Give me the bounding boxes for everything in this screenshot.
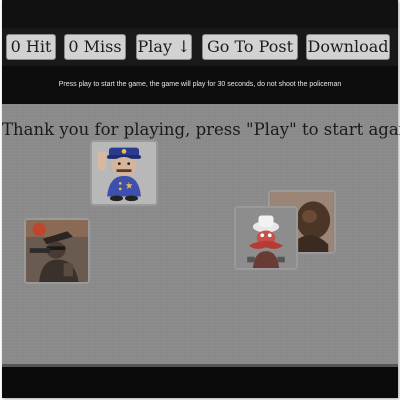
miss-counter-button[interactable]: 0 Miss (64, 34, 126, 60)
policeman-target[interactable] (90, 140, 158, 206)
bandit-icon (26, 220, 88, 282)
cartoon-character-icon (236, 208, 296, 268)
bandit-target[interactable] (24, 218, 90, 284)
game-area[interactable]: Thank you for playing, press "Play" to s… (2, 104, 400, 367)
policeman-icon (92, 142, 156, 204)
bottom-bar (2, 367, 398, 398)
play-button[interactable]: Play ↓ (136, 34, 192, 60)
hit-counter-button[interactable]: 0 Hit (6, 34, 56, 60)
cartoon-character-target[interactable] (234, 206, 298, 270)
toolbar: 0 Hit 0 Miss Play ↓ Go To Post Download (2, 28, 398, 66)
go-to-post-button[interactable]: Go To Post (202, 34, 298, 60)
instructions-text: Press play to start the game, the game w… (2, 66, 398, 104)
download-button[interactable]: Download (306, 34, 390, 60)
game-over-message: Thank you for playing, press "Play" to s… (2, 120, 400, 139)
